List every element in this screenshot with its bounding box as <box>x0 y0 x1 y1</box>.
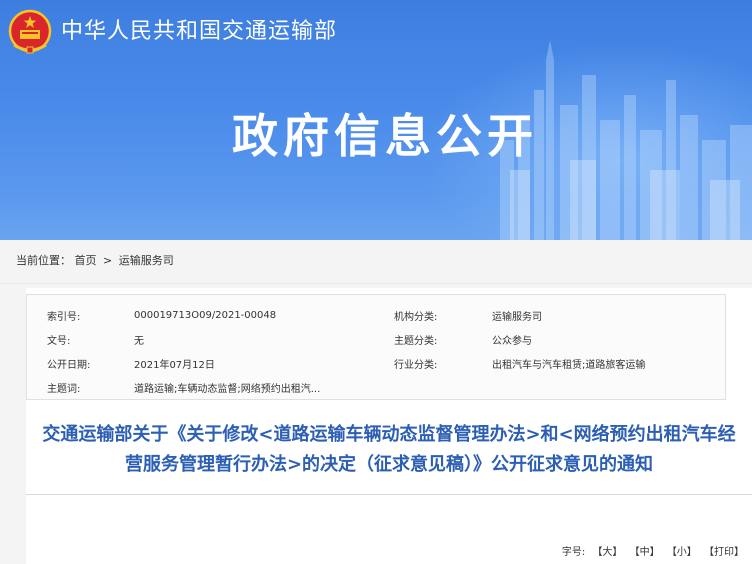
metadata-box: 索引号: 000019713O09/2021-00048 机构分类: 运输服务司… <box>26 294 726 400</box>
index-number-value: 000019713O09/2021-00048 <box>134 309 277 321</box>
font-size-large-button[interactable]: 【大】 <box>592 547 622 558</box>
document-title: 交通运输部关于《关于修改<道路运输车辆动态监督管理办法>和<网络预约出租汽车经营… <box>42 424 736 475</box>
index-number-label: 索引号: <box>47 311 81 323</box>
organization-category-label: 机构分类: <box>394 311 438 323</box>
document-number-label: 文号: <box>47 335 71 347</box>
publish-date-label: 公开日期: <box>47 359 91 371</box>
header-banner: 中华人民共和国交通运输部 政府信息公开 <box>0 0 752 240</box>
font-size-small-button[interactable]: 【小】 <box>667 547 697 558</box>
print-button[interactable]: 【打印】 <box>704 547 744 558</box>
ministry-name[interactable]: 中华人民共和国交通运输部 <box>61 16 337 48</box>
font-size-controls: 字号: 【大】 【中】 【小】 【打印】 <box>562 543 744 558</box>
industry-category-value: 出租汽车与汽车租赁;道路旅客运输 <box>492 359 646 371</box>
national-emblem-icon <box>8 9 52 54</box>
font-size-medium-button[interactable]: 【中】 <box>630 547 660 558</box>
topic-category-value: 公众参与 <box>492 335 532 347</box>
document-number-value: 无 <box>134 335 144 347</box>
content-panel: 索引号: 000019713O09/2021-00048 机构分类: 运输服务司… <box>26 288 752 564</box>
breadcrumb-prefix: 当前位置： <box>16 254 71 267</box>
metadata-row: 公开日期: 2021年07月12日 行业分类: 出租汽车与汽车租赁;道路旅客运输 <box>27 351 727 375</box>
keywords-label: 主题词: <box>47 383 81 395</box>
breadcrumb-department-link[interactable]: 运输服务司 <box>119 254 174 267</box>
organization-category-value: 运输服务司 <box>492 311 542 323</box>
breadcrumb-home-link[interactable]: 首页 <box>75 254 97 267</box>
metadata-table: 索引号: 000019713O09/2021-00048 机构分类: 运输服务司… <box>27 303 727 399</box>
font-size-label: 字号: <box>561 547 586 558</box>
page-section-title: 政府信息公开 <box>232 109 538 163</box>
metadata-row: 文号: 无 主题分类: 公众参与 <box>27 327 727 351</box>
metadata-row: 索引号: 000019713O09/2021-00048 机构分类: 运输服务司 <box>27 303 727 327</box>
breadcrumb-separator: > <box>103 254 113 267</box>
title-divider <box>26 494 752 495</box>
metadata-row: 主题词: 道路运输;车辆动态监督;网络预约出租汽... <box>27 375 727 399</box>
publish-date-value: 2021年07月12日 <box>134 359 215 371</box>
keywords-value: 道路运输;车辆动态监督;网络预约出租汽... <box>134 383 321 395</box>
topic-category-label: 主题分类: <box>394 335 438 347</box>
breadcrumb: 当前位置： 首页 > 运输服务司 <box>0 240 752 284</box>
industry-category-label: 行业分类: <box>394 359 438 371</box>
